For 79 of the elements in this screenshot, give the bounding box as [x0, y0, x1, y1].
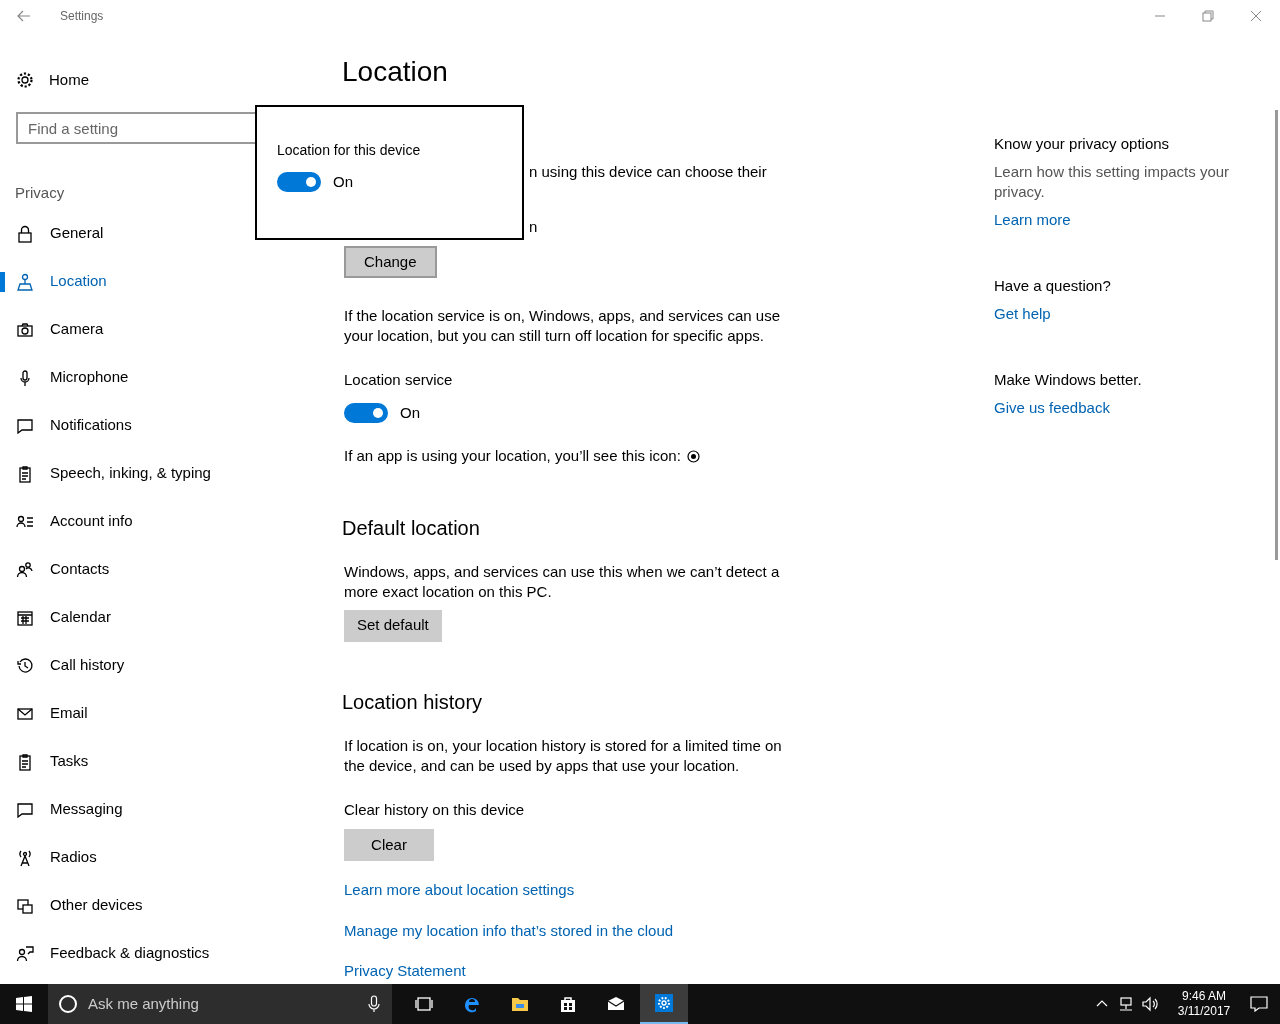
- window-title: Settings: [60, 8, 104, 25]
- scrollbar[interactable]: [1275, 110, 1278, 560]
- clipboard-icon: [16, 464, 34, 483]
- person-feedback-icon: [16, 944, 34, 963]
- link[interactable]: Learn more: [994, 210, 1071, 230]
- store-icon: [558, 994, 578, 1014]
- change-button[interactable]: Change: [344, 246, 437, 278]
- section-heading: Location history: [342, 689, 484, 715]
- sidebar-item[interactable]: Email: [50, 702, 88, 725]
- sidebar-item[interactable]: Contacts: [50, 558, 110, 581]
- cortana-icon: [58, 994, 78, 1014]
- sidebar-item[interactable]: General: [50, 222, 104, 245]
- clock-icon: [16, 656, 34, 675]
- people-icon: [16, 560, 34, 579]
- sidebar-item[interactable]: Microphone: [50, 366, 129, 389]
- sidebar-item[interactable]: Location: [50, 270, 107, 293]
- clipboard-icon: [16, 752, 34, 771]
- setting-label: Location for this device: [277, 141, 422, 160]
- toggle-state: On: [400, 402, 420, 423]
- network-icon[interactable]: [1118, 996, 1134, 1012]
- toggle-state: On: [333, 172, 353, 192]
- windows-logo-icon: [16, 996, 32, 1012]
- set-default-button[interactable]: Set default: [344, 609, 442, 642]
- settings-icon: [16, 71, 34, 89]
- sidebar-item[interactable]: Radios: [50, 846, 97, 869]
- calendar-icon: [16, 608, 34, 627]
- description-text: Windows, apps, and services can use this when we can’t detect a more exact location on this PC.: [343, 561, 781, 602]
- toggle-switch[interactable]: [344, 402, 388, 423]
- sidebar-item[interactable]: Account info: [50, 510, 133, 533]
- setting-label: Location service: [343, 370, 454, 390]
- link[interactable]: Manage my location info that’s stored in the cloud: [344, 919, 674, 942]
- sidebar-item[interactable]: Speech, inking, & typing: [50, 462, 211, 485]
- status-text: n: [529, 216, 538, 237]
- description-text: If the location service is on, Windows, apps, and services can use your location, but you can still turn off location for specific apps.: [343, 306, 782, 346]
- section-heading: Default location: [342, 515, 481, 541]
- sidebar-item[interactable]: Other devices: [50, 894, 143, 917]
- link[interactable]: Learn more about location settings: [344, 879, 575, 902]
- back-icon[interactable]: [17, 10, 31, 22]
- close-icon[interactable]: [1250, 10, 1262, 22]
- sidebar-item[interactable]: Notifications: [50, 414, 132, 437]
- sidebar-item[interactable]: Camera: [50, 318, 104, 341]
- description-text: n using this device can choose their: [529, 162, 767, 182]
- settings-icon: [654, 993, 674, 1013]
- related-heading: Have a question?: [994, 276, 1112, 296]
- devices-icon: [16, 896, 34, 915]
- antenna-icon: [16, 848, 34, 867]
- message-icon: [16, 416, 34, 435]
- notification-icon[interactable]: [1250, 996, 1268, 1012]
- location-icon: [16, 272, 34, 291]
- lock-icon: [16, 224, 34, 243]
- home-link[interactable]: Home: [49, 68, 89, 92]
- speech-bubble-icon: [16, 800, 34, 819]
- sidebar-item[interactable]: Call history: [50, 654, 125, 677]
- sidebar-item[interactable]: Messaging: [50, 798, 123, 821]
- related-heading: Know your privacy options: [994, 134, 1171, 154]
- taskbar-app[interactable]: [640, 984, 688, 1024]
- location-in-use-icon: [686, 449, 700, 463]
- page-title: Location: [342, 55, 449, 89]
- sidebar-item[interactable]: Feedback & diagnostics: [50, 942, 210, 965]
- camera-icon: [16, 320, 34, 339]
- description-text: If an app is using your location, you’ll see this icon:: [344, 446, 681, 466]
- task-view-icon: [414, 994, 434, 1014]
- related-heading: Make Windows better.: [994, 370, 1143, 390]
- volume-icon[interactable]: [1142, 996, 1160, 1012]
- search-box[interactable]: Ask me anything: [48, 984, 392, 1024]
- link[interactable]: Get help: [994, 304, 1051, 324]
- link[interactable]: Give us feedback: [994, 398, 1110, 418]
- setting-label: Clear history on this device: [343, 799, 526, 820]
- clock-time[interactable]: 9:46 AM: [1182, 989, 1226, 1004]
- description-text: If location is on, your location history is stored for a limited time on the device, and can be used by apps that use your location.: [343, 735, 783, 776]
- sidebar-item[interactable]: Calendar: [50, 606, 111, 629]
- clear-button[interactable]: Clear: [344, 829, 434, 861]
- sidebar-item[interactable]: Tasks: [50, 750, 89, 773]
- clock-date[interactable]: 3/11/2017: [1177, 1004, 1231, 1019]
- microphone-icon: [368, 995, 380, 1013]
- related-text: Learn how this setting impacts your privacy.: [994, 162, 1231, 202]
- toggle-switch[interactable]: [277, 172, 321, 193]
- link[interactable]: Privacy Statement: [344, 960, 466, 983]
- section-heading: Privacy: [15, 183, 65, 203]
